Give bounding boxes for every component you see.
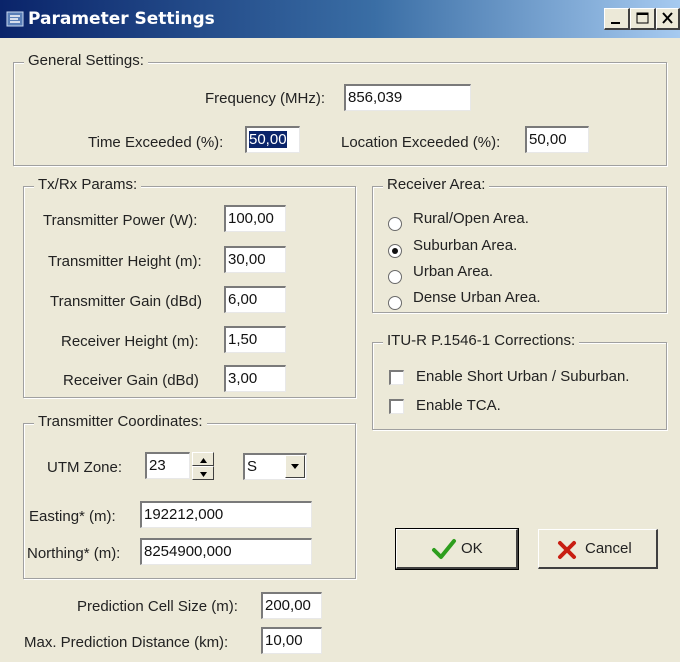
x-icon bbox=[558, 541, 576, 559]
general-settings-legend: General Settings: bbox=[24, 52, 148, 69]
hemisphere-value: S bbox=[247, 458, 258, 475]
rx-height-label: Receiver Height (m): bbox=[61, 333, 199, 350]
cancel-button[interactable]: Cancel bbox=[538, 529, 658, 569]
window-title: Parameter Settings bbox=[28, 9, 215, 29]
tx-height-label: Transmitter Height (m): bbox=[48, 253, 202, 270]
cell-size-label: Prediction Cell Size (m): bbox=[77, 598, 238, 615]
spin-up-button[interactable] bbox=[192, 452, 214, 466]
tx-gain-field[interactable]: 6,00 bbox=[224, 286, 286, 313]
rx-gain-label: Receiver Gain (dBd) bbox=[63, 372, 199, 389]
time-exceeded-field[interactable]: 50,00 bbox=[245, 126, 300, 153]
hemisphere-dropdown-button[interactable] bbox=[285, 455, 305, 478]
spin-down-button[interactable] bbox=[192, 466, 214, 480]
short-urban-checkbox[interactable] bbox=[389, 370, 404, 385]
maximize-button[interactable] bbox=[630, 8, 656, 30]
parameter-settings-dialog: Parameter Settings General Settings: Fre… bbox=[0, 0, 680, 662]
radio-suburban[interactable] bbox=[388, 244, 402, 258]
utm-zone-label: UTM Zone: bbox=[47, 459, 123, 476]
cancel-label: Cancel bbox=[585, 540, 632, 557]
radio-dense-urban-label[interactable]: Dense Urban Area. bbox=[413, 289, 541, 306]
easting-field[interactable]: 192212,000 bbox=[140, 501, 312, 528]
northing-label: Northing* (m): bbox=[27, 545, 121, 562]
max-distance-label: Max. Prediction Distance (km): bbox=[24, 634, 229, 651]
utm-zone-field[interactable]: 23 bbox=[145, 452, 190, 479]
radio-suburban-label[interactable]: Suburban Area. bbox=[413, 237, 517, 254]
check-icon bbox=[432, 539, 456, 559]
frequency-label: Frequency (MHz): bbox=[205, 90, 326, 107]
location-exceeded-field[interactable]: 50,00 bbox=[525, 126, 589, 153]
utm-zone-spinner[interactable] bbox=[192, 452, 214, 480]
radio-rural[interactable] bbox=[388, 217, 402, 231]
tca-label[interactable]: Enable TCA. bbox=[416, 397, 501, 414]
close-button[interactable] bbox=[656, 8, 680, 30]
time-exceeded-value: 50,00 bbox=[249, 131, 287, 148]
short-urban-label[interactable]: Enable Short Urban / Suburban. bbox=[416, 368, 629, 385]
radio-dense-urban[interactable] bbox=[388, 296, 402, 310]
tx-power-field[interactable]: 100,00 bbox=[224, 205, 286, 232]
radio-rural-label[interactable]: Rural/Open Area. bbox=[413, 210, 529, 227]
tx-gain-label: Transmitter Gain (dBd) bbox=[50, 293, 202, 310]
easting-label: Easting* (m): bbox=[29, 508, 116, 525]
itu-corrections-legend: ITU-R P.1546-1 Corrections: bbox=[383, 332, 580, 349]
arrow-up-icon bbox=[200, 458, 207, 463]
itu-corrections-group: ITU-R P.1546-1 Corrections: bbox=[372, 332, 667, 430]
minimize-button[interactable] bbox=[604, 8, 630, 30]
max-distance-field[interactable]: 10,00 bbox=[261, 627, 322, 654]
app-icon bbox=[6, 10, 24, 28]
txrx-params-legend: Tx/Rx Params: bbox=[34, 176, 142, 193]
receiver-area-legend: Receiver Area: bbox=[383, 176, 490, 193]
arrow-down-icon bbox=[200, 472, 207, 477]
title-bar[interactable]: Parameter Settings bbox=[0, 0, 680, 38]
tx-power-label: Transmitter Power (W): bbox=[43, 212, 198, 229]
radio-urban-label[interactable]: Urban Area. bbox=[413, 263, 493, 280]
radio-selected-dot bbox=[392, 248, 398, 254]
tx-height-field[interactable]: 30,00 bbox=[224, 246, 286, 273]
frequency-field[interactable]: 856,039 bbox=[344, 84, 471, 111]
northing-field[interactable]: 8254900,000 bbox=[140, 538, 312, 565]
ok-label: OK bbox=[461, 540, 483, 557]
time-exceeded-label: Time Exceeded (%): bbox=[88, 134, 224, 151]
ok-button[interactable]: OK bbox=[395, 528, 519, 570]
radio-urban[interactable] bbox=[388, 270, 402, 284]
rx-height-field[interactable]: 1,50 bbox=[224, 326, 286, 353]
chevron-down-icon bbox=[291, 464, 299, 469]
transmitter-coordinates-legend: Transmitter Coordinates: bbox=[34, 413, 207, 430]
location-exceeded-label: Location Exceeded (%): bbox=[341, 134, 501, 151]
rx-gain-field[interactable]: 3,00 bbox=[224, 365, 286, 392]
cell-size-field[interactable]: 200,00 bbox=[261, 592, 322, 619]
tca-checkbox[interactable] bbox=[389, 399, 404, 414]
